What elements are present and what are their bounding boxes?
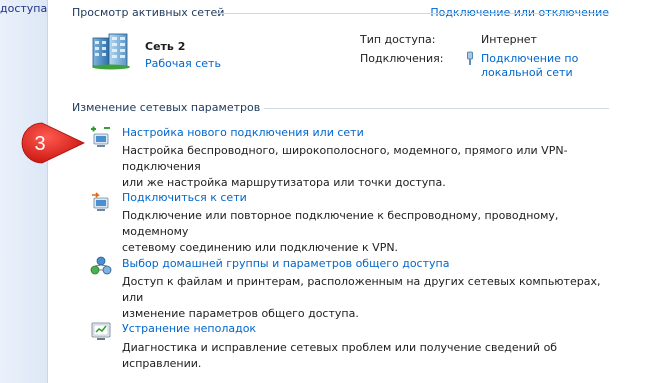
ethernet-plug-icon (467, 51, 473, 65)
local-connection-link-line2[interactable]: локальной сети (481, 66, 573, 79)
task-connect-network-desc: Подключение или повторное подключение к … (122, 208, 622, 256)
troubleshoot-icon (91, 322, 111, 340)
new-connection-icon (91, 126, 110, 147)
section-divider (264, 108, 609, 109)
network-type-link[interactable]: Рабочая сеть (145, 57, 221, 70)
sidebar-link-sharing[interactable]: доступа (0, 2, 47, 15)
network-icon (92, 33, 130, 70)
section-divider (215, 13, 609, 14)
task-new-connection-desc: Настройка беспроводного, широкополосного… (122, 143, 622, 191)
step-callout-badge: 3 (21, 122, 85, 164)
task-homegroup-desc: Доступ к файлам и принтерам, расположенн… (122, 274, 622, 322)
access-type-label: Тип доступа: (360, 33, 436, 46)
homegroup-icon (90, 256, 112, 275)
active-networks-header: Просмотр активных сетей (72, 6, 225, 19)
connections-label: Подключения: (360, 52, 444, 65)
connect-network-icon (92, 192, 109, 211)
left-pane: доступа (0, 0, 48, 383)
task-troubleshoot-desc: Диагностика и исправление сетевых пробле… (122, 340, 622, 372)
task-troubleshoot-link[interactable]: Устранение неполадок (122, 322, 256, 335)
desc-line: или же настройка маршрутизатора или точк… (122, 176, 446, 189)
main-content: Просмотр активных сетей Подключение или … (47, 0, 646, 383)
access-type-value: Интернет (481, 33, 537, 46)
task-new-connection-link[interactable]: Настройка нового подключения или сети (122, 126, 364, 139)
step-number: 3 (34, 133, 45, 155)
desc-line: Настройка беспроводного, широкополосного… (122, 144, 568, 173)
desc-line: изменение параметров общего доступа. (122, 307, 359, 320)
task-homegroup-link[interactable]: Выбор домашней группы и параметров общег… (122, 257, 449, 270)
desc-line: сетевому соединению или подключение к VP… (122, 241, 399, 254)
local-connection-link-line1[interactable]: Подключение по (481, 52, 578, 65)
desc-line: Диагностика и исправление сетевых пробле… (122, 341, 558, 370)
task-connect-network-link[interactable]: Подключиться к сети (122, 191, 247, 204)
change-settings-header: Изменение сетевых параметров (72, 101, 261, 114)
desc-line: Подключение или повторное подключение к … (122, 209, 559, 238)
network-name: Сеть 2 (145, 40, 186, 53)
desc-line: Доступ к файлам и принтерам, расположенн… (122, 275, 601, 304)
